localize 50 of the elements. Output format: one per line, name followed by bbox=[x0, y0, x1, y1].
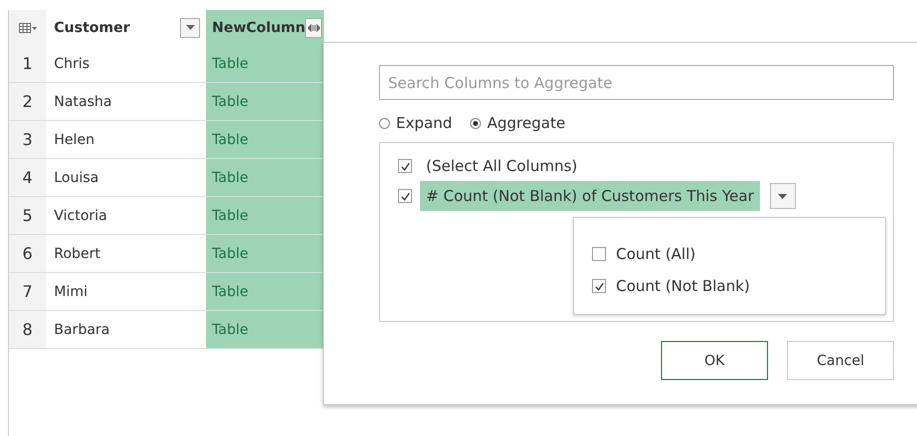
table-cell-text: Louisa bbox=[53, 168, 100, 188]
row-number: 8 bbox=[9, 311, 46, 348]
menu-option[interactable]: Count (All) bbox=[616, 245, 696, 263]
radio-option[interactable]: Expand bbox=[379, 114, 452, 132]
menu-option[interactable]: Count (Not Blank) bbox=[616, 277, 750, 295]
table-cell: Table bbox=[206, 159, 324, 196]
table-cell-text: Robert bbox=[53, 244, 102, 264]
filter-button[interactable] bbox=[180, 18, 200, 38]
checkbox[interactable] bbox=[398, 189, 412, 203]
table-cell-text: Victoria bbox=[53, 206, 108, 226]
cancel-button[interactable]: Cancel bbox=[787, 341, 894, 380]
table-icon[interactable] bbox=[18, 22, 36, 32]
table-cell-text: Mimi bbox=[53, 282, 88, 302]
table-cell: Table bbox=[206, 121, 324, 158]
row-number: 6 bbox=[9, 235, 46, 272]
radio-option[interactable]: Aggregate bbox=[470, 114, 566, 132]
radio-icon[interactable] bbox=[470, 118, 482, 128]
checkbox[interactable] bbox=[398, 159, 412, 173]
table-cell-text: Helen bbox=[53, 130, 96, 150]
checkbox[interactable] bbox=[592, 247, 606, 261]
row-number: 2 bbox=[9, 83, 46, 120]
table-cell: Table bbox=[206, 235, 324, 272]
ok-button[interactable]: OK bbox=[661, 341, 768, 380]
table-cell: Table bbox=[206, 45, 324, 82]
row-number: 7 bbox=[9, 273, 46, 310]
table-cell-text: Natasha bbox=[53, 92, 113, 112]
table-cell: Table bbox=[206, 83, 324, 120]
row-number: 5 bbox=[9, 197, 46, 234]
column-header[interactable]: Customer bbox=[46, 10, 206, 45]
checkbox[interactable] bbox=[592, 279, 606, 293]
expand-arrows-icon bbox=[308, 24, 320, 32]
column-title: Customer bbox=[54, 20, 130, 36]
table-cell-text: Barbara bbox=[53, 320, 111, 340]
expand-button[interactable] bbox=[305, 18, 322, 38]
row-number: 4 bbox=[9, 159, 46, 196]
table-cell: Table bbox=[206, 311, 324, 348]
radio-icon[interactable] bbox=[379, 118, 390, 128]
column-header[interactable]: NewColumn bbox=[206, 10, 324, 45]
column-item[interactable]: # Count (Not Blank) of Customers This Year bbox=[420, 181, 760, 211]
column-title: NewColumn bbox=[212, 20, 306, 36]
row-number: 3 bbox=[9, 121, 46, 158]
column-item[interactable]: (Select All Columns) bbox=[420, 151, 584, 181]
row-number: 1 bbox=[9, 45, 46, 82]
table-cell-text: Chris bbox=[53, 54, 91, 74]
caret-icon bbox=[186, 25, 194, 30]
table-cell: Table bbox=[206, 273, 324, 310]
table-cell: Table bbox=[206, 197, 324, 234]
dropdown-button[interactable] bbox=[770, 183, 796, 209]
search-field[interactable]: Search Columns to Aggregate bbox=[379, 65, 894, 100]
caret-icon bbox=[778, 194, 788, 198]
